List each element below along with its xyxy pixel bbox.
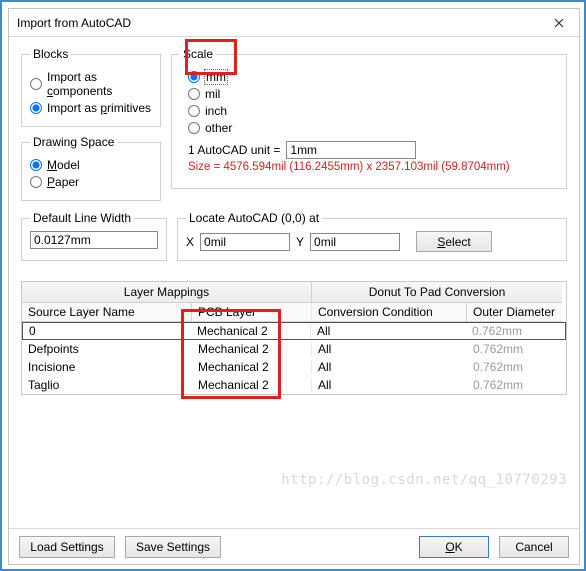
unit-input[interactable] xyxy=(286,141,416,159)
blocks-primitives-option[interactable]: Import as primitives xyxy=(30,101,152,115)
ok-button[interactable]: OK xyxy=(419,536,489,558)
scale-other-option[interactable]: other xyxy=(188,121,558,135)
col-diam[interactable]: Outer Diameter xyxy=(467,303,562,322)
scale-mil-option[interactable]: mil xyxy=(188,87,558,101)
blocks-primitives-radio[interactable] xyxy=(30,102,42,114)
locate-x-label: X xyxy=(186,235,194,249)
locate-group: Locate AutoCAD (0,0) at X Y Select xyxy=(177,211,567,261)
cell-diam: 0.762mm xyxy=(467,360,562,374)
cell-cond: All xyxy=(312,360,467,374)
cell-diam: 0.762mm xyxy=(467,342,562,356)
close-icon xyxy=(554,18,564,28)
default-line-width-input[interactable] xyxy=(30,231,158,249)
window-title: Import from AutoCAD xyxy=(17,16,131,30)
titlebar: Import from AutoCAD xyxy=(9,9,579,37)
cell-pcb: Mechanical 2 xyxy=(192,342,312,356)
scale-inch-radio[interactable] xyxy=(188,105,200,117)
save-settings-button[interactable]: Save Settings xyxy=(125,536,221,558)
col-pcb[interactable]: PCB Layer xyxy=(192,303,312,322)
drawing-model-radio[interactable] xyxy=(30,159,42,171)
size-text: Size = 4576.594mil (116.2455mm) x 2357.1… xyxy=(188,161,558,173)
blocks-group: Blocks Import as components Import as pr… xyxy=(21,47,161,127)
scale-legend: Scale xyxy=(180,47,216,61)
load-settings-button[interactable]: Load Settings xyxy=(19,536,115,558)
scale-mm-radio[interactable] xyxy=(188,71,200,83)
drawing-paper-option[interactable]: Paper xyxy=(30,175,152,189)
cell-cond: All xyxy=(311,324,466,338)
drawing-paper-radio[interactable] xyxy=(30,176,42,188)
col-cond[interactable]: Conversion Condition xyxy=(312,303,467,322)
locate-y-label: Y xyxy=(296,235,304,249)
cell-source: 0 xyxy=(23,324,191,338)
table-row[interactable]: DefpointsMechanical 2All0.762mm xyxy=(22,340,566,358)
table-row[interactable]: IncisioneMechanical 2All0.762mm xyxy=(22,358,566,376)
layer-mappings-grid: Layer Mappings Donut To Pad Conversion S… xyxy=(21,281,567,395)
cell-diam: 0.762mm xyxy=(467,378,562,392)
cell-source: Defpoints xyxy=(22,342,192,356)
drawing-model-option[interactable]: Model xyxy=(30,158,152,172)
watermark: http://blog.csdn.net/qq_10770293 xyxy=(281,472,567,488)
table-row[interactable]: 0Mechanical 2All0.762mm xyxy=(22,322,566,340)
locate-legend: Locate AutoCAD (0,0) at xyxy=(186,211,322,225)
col-source[interactable]: Source Layer Name xyxy=(22,303,192,322)
cell-pcb: Mechanical 2 xyxy=(191,324,311,338)
cancel-button[interactable]: Cancel xyxy=(499,536,569,558)
scale-mil-radio[interactable] xyxy=(188,88,200,100)
drawing-space-group: Drawing Space Model Paper xyxy=(21,135,161,201)
grid-group-right: Donut To Pad Conversion xyxy=(312,282,562,303)
drawing-space-legend: Drawing Space xyxy=(30,135,117,149)
locate-y-input[interactable] xyxy=(310,233,400,251)
select-origin-button[interactable]: Select xyxy=(416,231,492,252)
cell-pcb: Mechanical 2 xyxy=(192,378,312,392)
dialog-footer: Load Settings Save Settings OK Cancel xyxy=(9,528,579,564)
default-line-width-group: Default Line Width xyxy=(21,211,167,261)
cell-source: Taglio xyxy=(22,378,192,392)
blocks-legend: Blocks xyxy=(30,47,71,61)
blocks-components-option[interactable]: Import as components xyxy=(30,70,152,98)
close-button[interactable] xyxy=(539,9,579,37)
scale-other-radio[interactable] xyxy=(188,122,200,134)
dlw-legend: Default Line Width xyxy=(30,211,134,225)
grid-group-left: Layer Mappings xyxy=(22,282,312,303)
unit-label: 1 AutoCAD unit = xyxy=(188,143,280,157)
table-row[interactable]: TaglioMechanical 2All0.762mm xyxy=(22,376,566,394)
cell-cond: All xyxy=(312,378,467,392)
scale-inch-option[interactable]: inch xyxy=(188,104,558,118)
scale-mm-option[interactable]: mm xyxy=(188,70,558,84)
locate-x-input[interactable] xyxy=(200,233,290,251)
cell-diam: 0.762mm xyxy=(466,324,561,338)
blocks-components-radio[interactable] xyxy=(30,78,42,90)
import-dialog: Import from AutoCAD Blocks Import as com… xyxy=(8,8,580,565)
cell-source: Incisione xyxy=(22,360,192,374)
scale-group: Scale mm mil xyxy=(171,47,567,189)
cell-pcb: Mechanical 2 xyxy=(192,360,312,374)
cell-cond: All xyxy=(312,342,467,356)
